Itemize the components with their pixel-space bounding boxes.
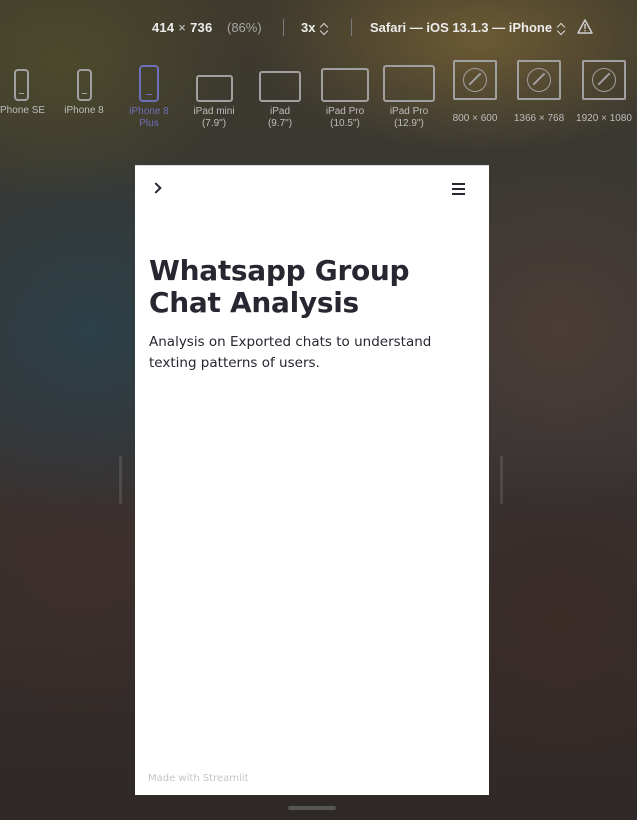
stepper-icon — [557, 23, 565, 35]
device-viewport: Whatsapp Group Chat Analysis Analysis on… — [135, 165, 489, 795]
phone-icon — [76, 69, 92, 101]
device-iphone-se[interactable]: Phone SE — [0, 60, 46, 117]
warning-icon[interactable] — [577, 19, 593, 34]
phone-icon — [13, 69, 29, 101]
user-agent-value: Safari — iOS 13.1.3 — iPhone — [370, 20, 553, 35]
compass-icon — [592, 68, 616, 92]
device-label: iPad Pro (10.5") — [325, 106, 365, 129]
stepper-icon — [320, 23, 328, 35]
device-ipad[interactable]: iPad (9.7") — [255, 60, 305, 130]
device-ipad-mini[interactable]: iPad mini (7.9") — [188, 60, 240, 130]
tablet-icon — [195, 75, 233, 102]
device-label: 1366 × 768 — [513, 113, 565, 124]
zoom-percent: (86%) — [227, 20, 262, 35]
responsive-toolbar: 414 × 736 (86%) 3x Safari — iOS 13.1.3 — i… — [0, 17, 637, 41]
device-iphone-8[interactable]: iPhone 8 — [60, 60, 108, 117]
toolbar-divider — [351, 19, 352, 36]
pixel-ratio-select[interactable]: 3x — [301, 20, 328, 35]
phone-icon — [139, 65, 159, 102]
browser-window-icon — [453, 60, 497, 100]
page-description: Analysis on Exported chats to understand… — [149, 334, 432, 371]
device-ipad-pro-10-5[interactable]: iPad Pro (10.5") — [318, 60, 372, 130]
device-1366x768[interactable]: 1366 × 768 — [510, 60, 568, 125]
device-label: 800 × 600 — [452, 113, 498, 124]
toolbar-divider — [283, 19, 284, 36]
compass-icon — [527, 68, 551, 92]
viewport-dimensions[interactable]: 414 × 736 — [152, 20, 212, 35]
device-1920x1080[interactable]: 1920 × 1080 — [573, 60, 635, 125]
footer-made-with-streamlit[interactable]: Made with Streamlit — [148, 773, 249, 784]
user-agent-select[interactable]: Safari — iOS 13.1.3 — iPhone — [370, 20, 565, 35]
viewport-width: 414 — [152, 20, 175, 35]
device-label: Phone SE — [0, 105, 46, 116]
chevron-right-icon[interactable] — [151, 180, 165, 196]
resize-handle-left[interactable] — [119, 456, 122, 504]
device-ipad-pro-12-9[interactable]: iPad Pro (12.9") — [382, 60, 436, 130]
pixel-ratio-value: 3x — [301, 20, 316, 35]
bottom-resize-handle[interactable] — [288, 806, 336, 810]
browser-window-icon — [517, 60, 561, 100]
device-label: iPad mini (7.9") — [193, 106, 235, 129]
browser-window-icon — [582, 60, 626, 100]
device-800x600[interactable]: 800 × 600 — [447, 60, 503, 125]
hamburger-menu-icon[interactable] — [452, 183, 465, 195]
device-presets: Phone SE iPhone 8 iPhone 8 Plus iPad mini… — [0, 60, 637, 140]
tablet-icon — [383, 65, 435, 102]
device-iphone-8-plus[interactable]: iPhone 8 Plus — [125, 60, 173, 130]
tablet-icon — [321, 68, 369, 102]
page-title: Whatsapp Group Chat Analysis — [149, 254, 410, 319]
tablet-icon — [259, 71, 301, 102]
device-label: iPad (9.7") — [267, 106, 293, 129]
device-label: iPhone 8 Plus — [129, 106, 169, 129]
device-label: iPhone 8 — [64, 105, 104, 116]
viewport-height: 736 — [190, 20, 213, 35]
device-label: 1920 × 1080 — [576, 113, 632, 124]
times-sign: × — [178, 20, 187, 35]
compass-icon — [463, 68, 487, 92]
device-label: iPad Pro (12.9") — [389, 106, 429, 129]
resize-handle-right[interactable] — [500, 456, 503, 504]
